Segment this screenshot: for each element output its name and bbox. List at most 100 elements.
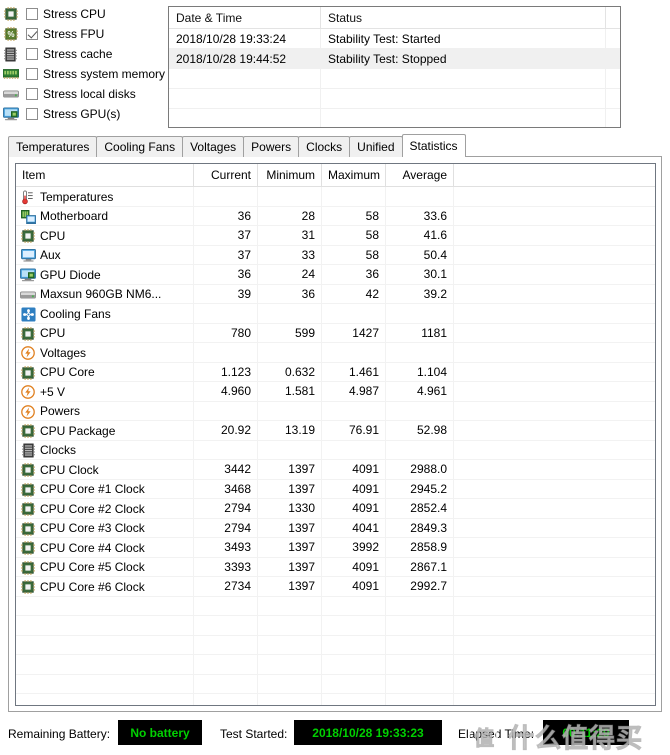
stats-group-row[interactable]: Voltages [16, 343, 655, 363]
tab-voltages[interactable]: Voltages [182, 136, 245, 157]
stats-col-current[interactable]: Current [194, 164, 258, 186]
stats-cell-minimum [258, 401, 322, 421]
stats-item-row[interactable]: Maxsun 960GB NM6... 39 36 42 39.2 [16, 284, 655, 304]
stats-cell-item: CPU Core #5 Clock [16, 557, 194, 577]
tab-statistics[interactable]: Statistics [401, 134, 466, 157]
stats-item-row[interactable]: Motherboard 36 28 58 33.6 [16, 206, 655, 226]
stress-option-checkbox[interactable] [26, 88, 38, 100]
stats-item-row[interactable]: GPU Diode 36 24 36 30.1 [16, 265, 655, 285]
stress-option-checkbox[interactable] [26, 108, 38, 120]
stats-cell-maximum [322, 401, 386, 421]
tab-bar: Temperatures Cooling Fans Voltages Powers Cl… [8, 134, 466, 157]
stats-item-row[interactable]: CPU Core #5 Clock 3393 1397 4091 2867.1 [16, 557, 655, 577]
cpu-icon [20, 560, 36, 575]
stats-cell-item: Powers [16, 401, 194, 421]
stress-option-checkbox[interactable] [26, 68, 38, 80]
stress-options-list: Stress CPU% Stress FPU Stress cache Stress … [0, 4, 165, 124]
stress-option-label: Stress cache [43, 47, 113, 61]
stats-cell-extra [454, 382, 654, 401]
stats-cell-minimum: 1397 [258, 557, 322, 577]
log-col-extra[interactable] [606, 7, 620, 28]
stats-group-row[interactable]: Powers [16, 401, 655, 421]
stats-cell-current: 3468 [194, 479, 258, 499]
stats-cell-maximum: 4091 [322, 499, 386, 518]
stats-col-average[interactable]: Average [386, 164, 454, 186]
stats-item-row[interactable]: CPU Core #2 Clock 2794 1330 4091 2852.4 [16, 499, 655, 519]
stress-option-row[interactable]: % Stress FPU [0, 24, 162, 44]
tab-clocks[interactable]: Clocks [298, 136, 351, 157]
stats-item-row[interactable]: CPU 37 31 58 41.6 [16, 226, 655, 246]
log-col-datetime[interactable]: Date & Time [169, 7, 321, 28]
stress-option-checkbox[interactable] [26, 48, 38, 60]
stats-item-row[interactable]: CPU Core #1 Clock 3468 1397 4091 2945.2 [16, 479, 655, 499]
stats-item-label: Voltages [40, 345, 87, 360]
stats-item-label: CPU Clock [40, 462, 99, 477]
stats-item-row[interactable]: CPU Core #3 Clock 2794 1397 4041 2849.3 [16, 518, 655, 538]
log-empty-cell [169, 89, 321, 108]
stats-cell-item: Motherboard [16, 206, 194, 226]
stats-group-row[interactable]: Clocks [16, 440, 655, 460]
stats-item-row[interactable]: Aux 37 33 58 50.4 [16, 245, 655, 265]
stats-item-row[interactable]: CPU Package 20.92 13.19 76.91 52.98 [16, 421, 655, 441]
stats-empty-cell [454, 597, 654, 616]
log-row[interactable]: 2018/10/28 19:44:52 Stability Test: Stopp… [169, 49, 620, 69]
tab-powers[interactable]: Powers [243, 136, 300, 157]
stats-cell-extra [454, 441, 654, 460]
stats-cell-average [386, 401, 454, 421]
stats-cell-average: 50.4 [386, 245, 454, 265]
stress-option-row[interactable]: Stress system memory [0, 64, 165, 84]
stats-cell-current: 20.92 [194, 421, 258, 440]
stats-cell-average [386, 343, 454, 362]
statistics-table[interactable]: Item Current Minimum Maximum Average Tem… [15, 163, 656, 706]
stats-col-minimum[interactable]: Minimum [258, 164, 322, 186]
tab-temperatures[interactable]: Temperatures [8, 136, 98, 157]
stress-option-checkbox[interactable] [26, 28, 38, 40]
stats-cell-extra [454, 246, 654, 265]
stats-cell-item: Aux [16, 245, 194, 265]
stress-option-row[interactable]: Stress cache [0, 44, 162, 64]
log-empty-row [169, 109, 620, 127]
stats-cell-minimum: 1397 [258, 479, 322, 499]
stats-cell-extra [454, 304, 654, 323]
stats-cell-current: 37 [194, 245, 258, 265]
stats-item-row[interactable]: CPU 780 599 1427 1181 [16, 323, 655, 343]
tab-cooling-fans[interactable]: Cooling Fans [96, 136, 184, 157]
stats-empty-cell [194, 616, 258, 635]
stats-empty-cell [16, 694, 194, 705]
stats-col-extra[interactable] [454, 164, 654, 186]
event-log-panel[interactable]: Date & Time Status 2018/10/28 19:33:24 St… [168, 6, 621, 128]
stats-cell-average [386, 440, 454, 460]
stats-cell-item: Clocks [16, 440, 194, 460]
stats-item-row[interactable]: +5 V 4.960 1.581 4.987 4.961 [16, 382, 655, 402]
stats-cell-minimum: 0.632 [258, 362, 322, 382]
log-empty-cell [321, 69, 606, 88]
gpu-icon [20, 268, 36, 283]
stats-cell-minimum [258, 440, 322, 460]
stress-option-row[interactable]: Stress CPU [0, 4, 162, 24]
stats-item-label: GPU Diode [40, 267, 101, 282]
stats-cell-average [386, 304, 454, 323]
stats-cell-average: 2945.2 [386, 479, 454, 499]
stats-empty-row [16, 655, 655, 675]
stats-empty-cell [454, 655, 654, 674]
stats-col-item[interactable]: Item [16, 164, 194, 186]
stats-group-row[interactable]: Cooling Fans [16, 304, 655, 324]
stats-item-row[interactable]: CPU Clock 3442 1397 4091 2988.0 [16, 460, 655, 480]
stats-item-label: CPU [40, 326, 66, 340]
stats-item-label: CPU Core #4 Clock [40, 540, 145, 555]
stats-item-row[interactable]: CPU Core 1.123 0.632 1.461 1.104 [16, 362, 655, 382]
stats-empty-cell [454, 675, 654, 694]
tab-unified[interactable]: Unified [349, 136, 403, 157]
stress-option-row[interactable]: Stress GPU(s) [0, 104, 162, 124]
log-row[interactable]: 2018/10/28 19:33:24 Stability Test: Start… [169, 29, 620, 49]
log-col-status[interactable]: Status [321, 7, 606, 28]
stats-col-maximum[interactable]: Maximum [322, 164, 386, 186]
stats-item-row[interactable]: CPU Core #6 Clock 2734 1397 4091 2992.7 [16, 577, 655, 597]
stress-option-row[interactable]: Stress local disks [0, 84, 162, 104]
stats-item-row[interactable]: CPU Core #4 Clock 3493 1397 3992 2858.9 [16, 538, 655, 558]
stress-option-checkbox[interactable] [26, 8, 38, 20]
stats-cell-item: CPU Core #1 Clock [16, 479, 194, 499]
stats-cell-current: 2794 [194, 518, 258, 538]
stats-group-row[interactable]: Temperatures [16, 187, 655, 207]
stats-cell-minimum [258, 304, 322, 323]
